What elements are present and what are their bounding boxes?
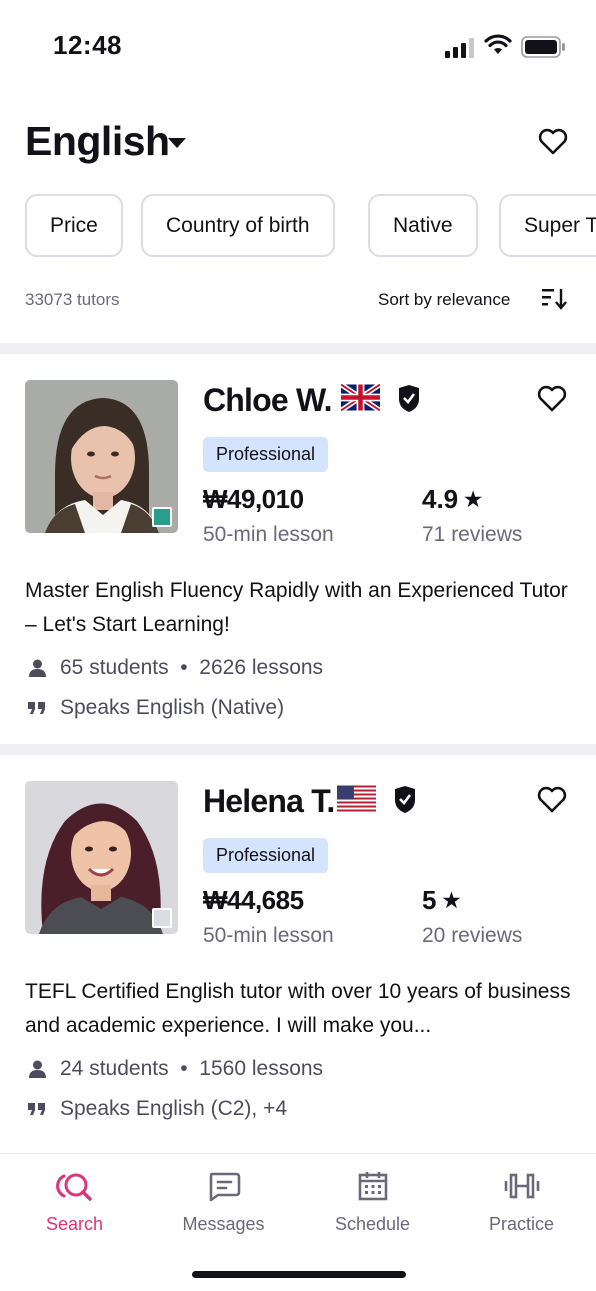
section-divider	[0, 744, 596, 755]
filter-chip-price[interactable]: Price	[25, 194, 123, 257]
status-time: 12:48	[53, 30, 122, 60]
tutor-card[interactable]: Helena T. Professional ₩44,685 50-min le…	[0, 781, 596, 1141]
verified-shield-icon	[395, 786, 415, 813]
tab-practice-label: Practice	[488, 1214, 555, 1234]
speaks-text: Speaks English (C2), +4	[60, 1097, 288, 1120]
filter-chips: Price Country of birth Native Super T	[25, 194, 596, 258]
quote-icon	[28, 1103, 45, 1115]
tab-practice[interactable]: Practice	[447, 1154, 596, 1254]
rating: 4.9 ★	[422, 484, 482, 515]
wifi-icon	[484, 34, 512, 54]
sort-button[interactable]: Sort by relevance	[378, 290, 510, 310]
students-count-wrap: 24 students • 1560 lessons	[60, 1057, 323, 1081]
favorite-heart-icon[interactable]	[537, 786, 567, 813]
header: English	[25, 118, 571, 168]
professional-badge: Professional	[203, 437, 329, 472]
students-count: 65 students	[60, 656, 169, 679]
rating-value: 4.9	[422, 484, 459, 514]
rating: 5 ★	[422, 885, 460, 916]
heart-icon[interactable]	[538, 128, 568, 155]
lesson-price: ₩44,685	[203, 885, 304, 915]
favorite-heart-icon[interactable]	[537, 385, 567, 412]
review-count: 71 reviews	[422, 523, 523, 546]
online-status-dot	[152, 507, 172, 527]
sort-icon[interactable]	[541, 287, 568, 311]
tutor-avatar[interactable]	[25, 380, 178, 533]
tutor-headline: TEFL Certified English tutor with over 1…	[25, 980, 571, 1037]
professional-badge: Professional	[203, 838, 329, 873]
us-flag-icon	[337, 785, 376, 812]
tab-schedule[interactable]: Schedule	[298, 1154, 447, 1254]
chevron-down-icon[interactable]	[168, 138, 186, 148]
messages-icon	[209, 1172, 240, 1202]
search-icon	[55, 1173, 92, 1201]
lessons-count: 2626 lessons	[199, 656, 324, 679]
lesson-duration: 50-min lesson	[203, 924, 334, 947]
person-icon	[29, 659, 46, 677]
status-bar: 12:48	[0, 0, 596, 96]
section-divider	[0, 343, 596, 354]
quote-icon	[28, 702, 45, 714]
star-icon: ★	[442, 890, 461, 912]
star-icon: ★	[464, 489, 483, 511]
uk-flag-icon	[341, 383, 380, 412]
tab-search-label: Search	[45, 1214, 104, 1234]
lesson-price: ₩49,010	[203, 484, 304, 514]
tab-schedule-label: Schedule	[334, 1214, 411, 1234]
tutor-name[interactable]: Helena T.	[203, 783, 335, 820]
tab-messages[interactable]: Messages	[149, 1154, 298, 1254]
home-indicator	[192, 1271, 406, 1278]
separator-dot: •	[168, 656, 200, 679]
filter-chip-native[interactable]: Native	[368, 194, 478, 257]
rating-value: 5	[422, 885, 437, 915]
separator-dot: •	[168, 1057, 200, 1080]
tab-search[interactable]: Search	[0, 1154, 149, 1254]
tutor-count: 33073 tutors	[25, 290, 120, 309]
students-count-wrap: 65 students • 2626 lessons	[60, 656, 323, 680]
lessons-count: 1560 lessons	[199, 1057, 324, 1080]
tutor-name[interactable]: Chloe W.	[203, 382, 333, 419]
person-icon	[29, 1060, 46, 1078]
lesson-duration: 50-min lesson	[203, 523, 334, 546]
calendar-icon	[358, 1172, 387, 1201]
language-title[interactable]: English	[25, 118, 170, 165]
review-count: 20 reviews	[422, 924, 523, 947]
tab-messages-label: Messages	[182, 1214, 265, 1234]
students-count: 24 students	[60, 1057, 169, 1080]
tab-bar: Search Messages Schedule Practice	[0, 1153, 596, 1291]
dumbbell-icon	[504, 1173, 539, 1199]
filter-chip-country[interactable]: Country of birth	[141, 194, 335, 257]
speaks-text: Speaks English (Native)	[60, 696, 285, 719]
verified-shield-icon	[399, 385, 419, 412]
offline-status-dot	[152, 908, 172, 928]
tutor-avatar[interactable]	[25, 781, 178, 934]
tutor-headline: Master English Fluency Rapidly with an E…	[25, 579, 568, 636]
signal-icon	[445, 38, 474, 58]
battery-icon	[521, 36, 565, 58]
filter-chip-super-tutor[interactable]: Super T	[499, 194, 596, 257]
tutor-card[interactable]: Chloe W. Professional ₩49,010 50-min les…	[0, 380, 596, 740]
